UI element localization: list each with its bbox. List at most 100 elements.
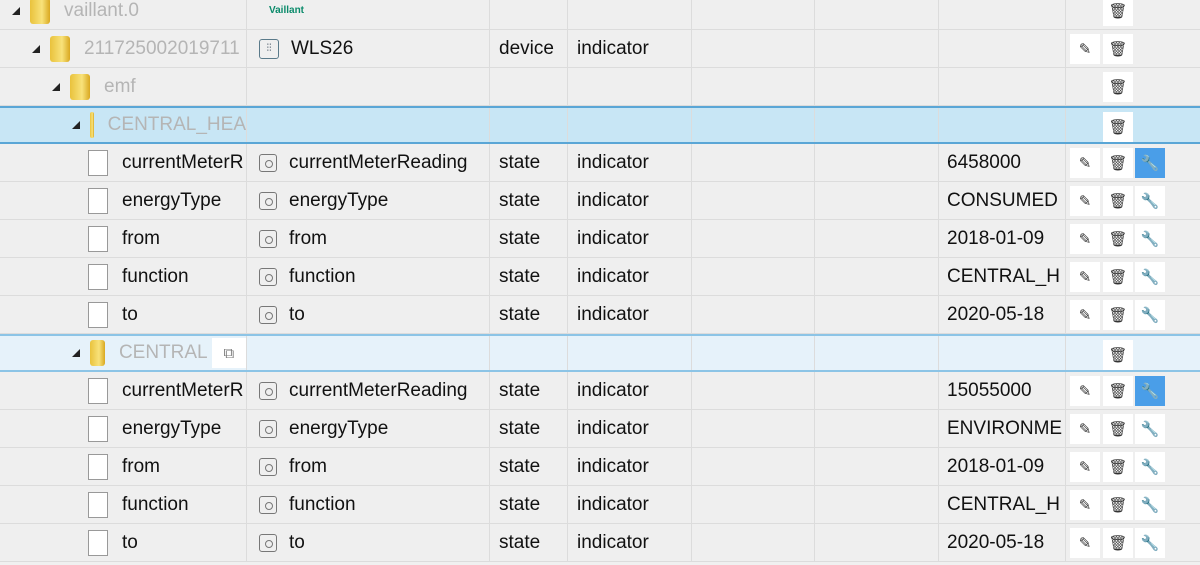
room-cell: [692, 258, 815, 295]
value-cell[interactable]: [939, 68, 1066, 105]
delete-button[interactable]: 🗑: [1103, 148, 1133, 178]
delete-button[interactable]: 🗑: [1103, 376, 1133, 406]
delete-button[interactable]: 🗑: [1103, 34, 1133, 64]
state-icon: [259, 305, 277, 324]
tree-row[interactable]: emf 🗑: [0, 68, 1200, 106]
edit-button[interactable]: ✎: [1070, 414, 1100, 444]
tree-row[interactable]: to to state indicator 2020-05-18 ✎ 🗑 🔧: [0, 296, 1200, 334]
settings-button[interactable]: 🔧: [1135, 186, 1165, 216]
type-cell: state: [490, 144, 568, 181]
value-cell[interactable]: 2020-05-18: [939, 524, 1066, 561]
function-cell: [815, 524, 939, 561]
value-cell[interactable]: [939, 108, 1066, 142]
edit-button[interactable]: ✎: [1070, 224, 1100, 254]
delete-button[interactable]: 🗑: [1103, 452, 1133, 482]
type-cell: state: [490, 448, 568, 485]
object-id: to: [122, 303, 138, 325]
delete-button[interactable]: 🗑: [1103, 414, 1133, 444]
value-cell[interactable]: 2020-05-18: [939, 296, 1066, 333]
delete-button[interactable]: 🗑: [1103, 186, 1133, 216]
edit-button[interactable]: ✎: [1070, 528, 1100, 558]
actions-cell: 🗑: [1066, 0, 1186, 29]
delete-button[interactable]: 🗑: [1103, 490, 1133, 520]
room-cell: [692, 68, 815, 105]
edit-button[interactable]: ✎: [1070, 186, 1100, 216]
tree-row[interactable]: CENTRAL_HEA 🗑: [0, 106, 1200, 144]
value-cell[interactable]: [939, 336, 1066, 370]
role-cell: [568, 108, 692, 142]
name-cell: function: [247, 258, 490, 295]
id-cell: CENTRAL_HEA: [0, 108, 247, 142]
delete-button[interactable]: 🗑: [1103, 262, 1133, 292]
delete-button[interactable]: 🗑: [1103, 112, 1133, 142]
settings-button[interactable]: 🔧: [1135, 376, 1165, 406]
object-tree-grid: vaillant.0 Vaillant 🗑 211725002019711 ⫶⫶ W…: [0, 0, 1200, 562]
value-cell[interactable]: 2018-01-09: [939, 448, 1066, 485]
tree-row[interactable]: function function state indicator CENTRA…: [0, 258, 1200, 296]
delete-button[interactable]: 🗑: [1103, 72, 1133, 102]
value-cell[interactable]: CENTRAL_H: [939, 486, 1066, 523]
tree-row[interactable]: vaillant.0 Vaillant 🗑: [0, 0, 1200, 30]
tree-row[interactable]: to to state indicator 2020-05-18 ✎ 🗑 🔧: [0, 524, 1200, 562]
copy-icon[interactable]: ⧉: [211, 338, 246, 368]
settings-button[interactable]: 🔧: [1135, 528, 1165, 558]
object-id: energyType: [122, 417, 222, 439]
edit-button[interactable]: ✎: [1070, 452, 1100, 482]
value-cell[interactable]: CENTRAL_H: [939, 258, 1066, 295]
value-cell[interactable]: 6458000: [939, 144, 1066, 181]
type-cell: state: [490, 258, 568, 295]
type-cell: [490, 0, 568, 29]
edit-button[interactable]: ✎: [1070, 490, 1100, 520]
settings-button[interactable]: 🔧: [1135, 414, 1165, 444]
delete-button[interactable]: 🗑: [1103, 528, 1133, 558]
expand-toggle-icon[interactable]: [72, 349, 80, 357]
settings-button[interactable]: 🔧: [1135, 148, 1165, 178]
settings-button[interactable]: 🔧: [1135, 300, 1165, 330]
edit-button[interactable]: ✎: [1070, 148, 1100, 178]
tree-row[interactable]: currentMeterR currentMeterReading state …: [0, 372, 1200, 410]
tree-row[interactable]: energyType energyType state indicator EN…: [0, 410, 1200, 448]
delete-button[interactable]: 🗑: [1103, 300, 1133, 330]
id-cell: to: [0, 296, 247, 333]
tree-row[interactable]: currentMeterR currentMeterReading state …: [0, 144, 1200, 182]
delete-button[interactable]: 🗑: [1103, 224, 1133, 254]
value-cell[interactable]: [939, 30, 1066, 67]
name-cell: [247, 108, 490, 142]
expand-toggle-icon[interactable]: [72, 121, 80, 129]
value-cell[interactable]: 2018-01-09: [939, 220, 1066, 257]
value-cell[interactable]: ENVIRONME: [939, 410, 1066, 447]
settings-button[interactable]: 🔧: [1135, 262, 1165, 292]
edit-button[interactable]: ✎: [1070, 376, 1100, 406]
id-cell: function: [0, 258, 247, 295]
delete-button[interactable]: 🗑: [1103, 340, 1133, 370]
id-cell: from: [0, 448, 247, 485]
settings-button[interactable]: 🔧: [1135, 452, 1165, 482]
edit-button[interactable]: ✎: [1070, 34, 1100, 64]
value-cell[interactable]: [939, 0, 1066, 29]
delete-button[interactable]: 🗑: [1103, 0, 1133, 26]
settings-button[interactable]: 🔧: [1135, 490, 1165, 520]
file-icon: [88, 453, 108, 480]
expand-toggle-icon[interactable]: [32, 44, 40, 53]
tree-row[interactable]: function function state indicator CENTRA…: [0, 486, 1200, 524]
object-name: WLS26: [291, 37, 354, 59]
tree-row[interactable]: 211725002019711 ⫶⫶ WLS26 device indicator…: [0, 30, 1200, 68]
tree-row[interactable]: energyType energyType state indicator CO…: [0, 182, 1200, 220]
expand-toggle-icon[interactable]: [52, 82, 60, 91]
settings-button[interactable]: 🔧: [1135, 224, 1165, 254]
type-cell: state: [490, 182, 568, 219]
actions-cell: ✎ 🗑 🔧: [1066, 448, 1186, 485]
tree-row[interactable]: from from state indicator 2018-01-09 ✎ 🗑 🔧: [0, 448, 1200, 486]
state-icon: [259, 229, 277, 248]
role-cell: indicator: [568, 296, 692, 333]
name-cell: ⫶⫶ WLS26: [247, 30, 490, 67]
tree-row[interactable]: CENTRAL ⧉ 🗑: [0, 334, 1200, 372]
object-name: energyType: [289, 417, 389, 439]
edit-button[interactable]: ✎: [1070, 262, 1100, 292]
value-cell[interactable]: 15055000: [939, 372, 1066, 409]
value-cell[interactable]: CONSUMED: [939, 182, 1066, 219]
expand-toggle-icon[interactable]: [12, 6, 20, 15]
actions-cell: ✎ 🗑 🔧: [1066, 182, 1186, 219]
edit-button[interactable]: ✎: [1070, 300, 1100, 330]
tree-row[interactable]: from from state indicator 2018-01-09 ✎ 🗑 🔧: [0, 220, 1200, 258]
